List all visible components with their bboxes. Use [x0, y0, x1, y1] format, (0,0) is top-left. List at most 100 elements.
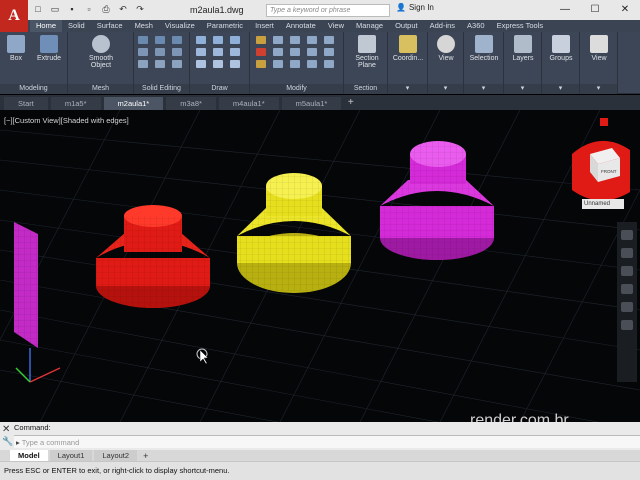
smooth-object-button[interactable]: Smooth Object — [86, 35, 116, 69]
section-plane-button[interactable]: Section Plane — [350, 35, 384, 69]
view2-dropdown[interactable]: ▾ — [580, 84, 617, 94]
tab-visualize[interactable]: Visualize — [159, 20, 201, 32]
navbar-menu-icon[interactable] — [621, 320, 633, 330]
selection-dropdown[interactable]: ▾ — [464, 84, 503, 94]
doc-tab-m3a8[interactable]: m3a8* — [166, 97, 216, 110]
pan-icon[interactable] — [621, 248, 633, 258]
drawing-viewport[interactable]: FRONT [−][Custom View][Shaded with edges… — [0, 110, 640, 422]
magenta-solid[interactable] — [380, 141, 494, 260]
doc-tab-m5aula1[interactable]: m5aula1* — [281, 97, 342, 110]
sign-in-button[interactable]: 👤 Sign In — [396, 3, 434, 12]
tab-insert[interactable]: Insert — [249, 20, 280, 32]
minimize-icon[interactable]: — — [550, 0, 580, 20]
scale-icon[interactable] — [273, 48, 283, 56]
slice-icon[interactable] — [155, 60, 165, 68]
offset-icon[interactable] — [324, 48, 334, 56]
polygon-icon[interactable] — [196, 60, 206, 68]
erase-icon[interactable] — [307, 36, 317, 44]
close-icon[interactable]: ✕ — [610, 0, 640, 20]
groups-button[interactable]: Groups — [546, 35, 576, 62]
union-icon[interactable] — [138, 36, 148, 44]
intersect-icon[interactable] — [172, 36, 182, 44]
redo-icon[interactable]: ↷ — [134, 3, 146, 15]
new-file-icon[interactable]: □ — [32, 3, 44, 15]
showmotion-icon[interactable] — [621, 302, 633, 312]
open-file-icon[interactable]: ▭ — [49, 3, 61, 15]
orbit-icon[interactable] — [621, 284, 633, 294]
tab-output[interactable]: Output — [389, 20, 424, 32]
save-as-icon[interactable]: ▫ — [83, 3, 95, 15]
array-icon[interactable] — [307, 48, 317, 56]
tab-parametric[interactable]: Parametric — [201, 20, 249, 32]
subtract-icon[interactable] — [155, 36, 165, 44]
extrude-button[interactable]: Extrude — [34, 35, 64, 62]
coordinates-button[interactable]: Coordin... — [390, 35, 426, 62]
mesh-label[interactable]: Mesh — [68, 84, 133, 94]
copy-icon[interactable] — [324, 36, 334, 44]
draw-label[interactable]: Draw — [190, 84, 249, 94]
customize-command-icon[interactable]: 🔧 — [2, 436, 13, 446]
ellipse-icon[interactable] — [213, 60, 223, 68]
3d-array-icon[interactable] — [324, 60, 334, 68]
view-dropdown[interactable]: ▾ — [428, 84, 463, 94]
3d-rotate-icon[interactable] — [307, 60, 317, 68]
tab-layout2[interactable]: Layout2 — [94, 450, 138, 461]
tab-a360[interactable]: A360 — [461, 20, 491, 32]
doc-tab-m2aula1[interactable]: m2aula1* — [103, 97, 164, 110]
selection-button[interactable]: Selection — [466, 35, 502, 62]
modeling-label[interactable]: Modeling — [0, 84, 67, 94]
explode-icon[interactable] — [256, 60, 266, 68]
box-button[interactable]: Box — [4, 35, 28, 62]
arc-icon[interactable] — [230, 36, 240, 44]
home-view-icon[interactable] — [600, 118, 608, 126]
circle-icon[interactable] — [213, 36, 223, 44]
tab-manage[interactable]: Manage — [350, 20, 389, 32]
align-icon[interactable] — [273, 60, 283, 68]
command-input[interactable]: ▸ Type a command — [14, 435, 640, 448]
polyline-icon[interactable] — [196, 36, 206, 44]
solid-editing-label[interactable]: Solid Editing — [134, 84, 189, 94]
trim-icon[interactable] — [290, 36, 300, 44]
new-tab-button[interactable]: + — [344, 97, 357, 110]
ucs-menu[interactable]: Unnamed — [582, 199, 624, 209]
rotate-icon[interactable] — [273, 36, 283, 44]
save-icon[interactable]: ▪ — [66, 3, 78, 15]
tab-surface[interactable]: Surface — [91, 20, 129, 32]
yellow-solid[interactable] — [237, 173, 351, 293]
doc-tab-m1a5[interactable]: m1a5* — [50, 97, 101, 110]
viewport-controls-label[interactable]: [−][Custom View][Shaded with edges] — [4, 116, 129, 125]
tab-mesh[interactable]: Mesh — [129, 20, 159, 32]
stretch-icon[interactable] — [290, 48, 300, 56]
tab-annotate[interactable]: Annotate — [280, 20, 322, 32]
spline-icon[interactable] — [230, 60, 240, 68]
fillet-edge-icon[interactable] — [138, 48, 148, 56]
3d-move-icon[interactable] — [290, 60, 300, 68]
viewcube[interactable]: FRONT — [572, 118, 630, 201]
tab-express-tools[interactable]: Express Tools — [491, 20, 550, 32]
tab-layout1[interactable]: Layout1 — [49, 450, 93, 461]
add-layout-button[interactable]: + — [139, 451, 152, 461]
tab-add-ins[interactable]: Add-ins — [424, 20, 461, 32]
view-button[interactable]: View — [432, 35, 460, 62]
shell-icon[interactable] — [138, 60, 148, 68]
application-menu-button[interactable]: A — [0, 0, 28, 32]
helix-icon[interactable] — [230, 48, 240, 56]
tab-solid[interactable]: Solid — [62, 20, 91, 32]
doc-tab-m4aula1[interactable]: m4aula1* — [218, 97, 279, 110]
steeringwheel-icon[interactable] — [621, 230, 633, 240]
print-icon[interactable]: ⎙ — [100, 3, 112, 15]
move-icon[interactable] — [256, 36, 266, 44]
separate-icon[interactable] — [172, 48, 182, 56]
line-icon[interactable] — [213, 48, 223, 56]
search-input[interactable]: Type a keyword or phrase — [266, 4, 390, 17]
doc-tab-start[interactable]: Start — [4, 97, 48, 110]
mirror-icon[interactable] — [256, 48, 266, 56]
close-command-icon[interactable]: ✕ — [2, 425, 12, 435]
layers-button[interactable]: Layers — [508, 35, 538, 62]
thicken-icon[interactable] — [172, 60, 182, 68]
magenta-panel[interactable] — [14, 222, 38, 348]
modify-label[interactable]: Modify — [250, 84, 343, 94]
extract-edges-icon[interactable] — [155, 48, 165, 56]
groups-dropdown[interactable]: ▾ — [542, 84, 579, 94]
zoom-icon[interactable] — [621, 266, 633, 276]
